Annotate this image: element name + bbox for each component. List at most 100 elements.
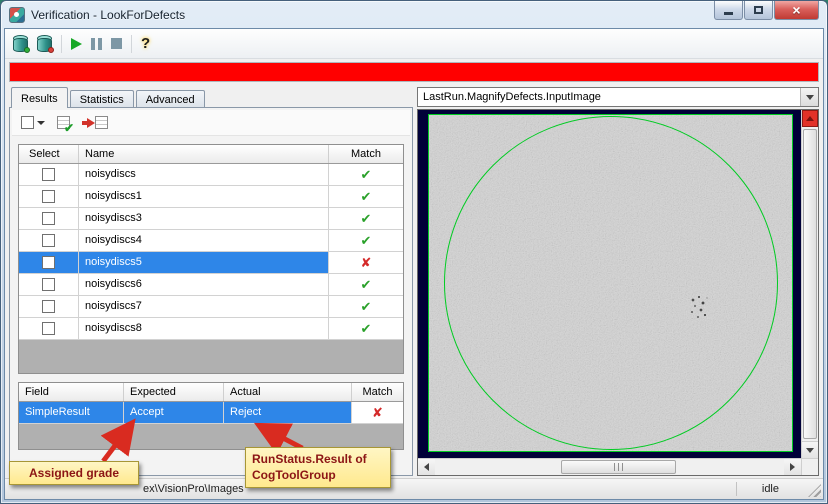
close-button[interactable]: ×: [774, 1, 819, 20]
row-select-cell[interactable]: [19, 208, 79, 229]
horizontal-scrollbar-track[interactable]: [435, 459, 784, 475]
image-panel: LastRun.MagnifyDefects.InputImage: [417, 87, 819, 476]
match-icon: ✔: [329, 296, 403, 317]
image-canvas[interactable]: [418, 110, 801, 458]
grip-icon: [613, 463, 623, 471]
run-checked-button[interactable]: ✔: [57, 116, 74, 134]
client-area: ? Results Statistics Advanced ✔ Select N…: [4, 28, 824, 500]
jump-to-record-button[interactable]: [82, 116, 108, 129]
table-row[interactable]: noisydiscs4 ✔: [19, 230, 403, 252]
row-select-cell[interactable]: [19, 318, 79, 339]
toolbar-separator: [61, 34, 62, 53]
column-header-match[interactable]: Match: [329, 145, 403, 163]
row-select-cell[interactable]: [19, 296, 79, 317]
actual-cell: Reject: [224, 402, 352, 423]
grid-icon: ✔: [57, 116, 74, 134]
title-bar[interactable]: Verification - LookForDefects ×: [1, 1, 827, 28]
row-checkbox[interactable]: [42, 300, 55, 313]
table-row[interactable]: noisydiscs6 ✔: [19, 274, 403, 296]
row-checkbox[interactable]: [42, 256, 55, 269]
row-checkbox[interactable]: [42, 168, 55, 181]
row-select-cell[interactable]: [19, 252, 79, 273]
stop-button[interactable]: [111, 38, 122, 49]
results-panel: Results Statistics Advanced ✔ Select Nam…: [9, 87, 413, 476]
scroll-right-button[interactable]: [784, 459, 801, 475]
scroll-left-button[interactable]: [418, 459, 435, 475]
table-row[interactable]: noisydiscs7 ✔: [19, 296, 403, 318]
table-row-selected[interactable]: noisydiscs5 ✘: [19, 252, 403, 274]
chevron-down-icon: [37, 120, 45, 125]
callout-run-status: RunStatus.Result of CogToolGroup: [245, 447, 391, 489]
tab-statistics[interactable]: Statistics: [69, 90, 134, 107]
column-header-field[interactable]: Field: [19, 383, 124, 401]
vertical-scrollbar-thumb[interactable]: [803, 129, 817, 439]
combobox-dropdown-button[interactable]: [800, 88, 818, 106]
row-select-cell[interactable]: [19, 186, 79, 207]
row-checkbox[interactable]: [42, 190, 55, 203]
tab-advanced[interactable]: Advanced: [135, 90, 205, 107]
match-icon: ✘: [352, 402, 403, 423]
red-arrow-icon: [87, 117, 95, 128]
row-checkbox[interactable]: [42, 278, 55, 291]
maximize-button[interactable]: [744, 1, 773, 20]
status-path-text: ex\VisionPro\Images: [143, 483, 244, 495]
found-circle-overlay: [443, 116, 778, 450]
play-button[interactable]: [71, 37, 82, 50]
checkbox-icon: [21, 116, 34, 129]
table-row[interactable]: noisydiscs8 ✔: [19, 318, 403, 340]
table-row[interactable]: noisydiscs ✔: [19, 164, 403, 186]
select-all-checkbox-dropdown[interactable]: [21, 116, 45, 129]
help-button[interactable]: ?: [141, 35, 150, 52]
results-tab-page: ✔ Select Name Match noisydiscs ✔ noisydi…: [9, 107, 413, 476]
row-name: noisydiscs6: [79, 274, 329, 295]
callout-assigned-grade: Assigned grade: [9, 461, 139, 485]
resize-grip[interactable]: [808, 484, 821, 497]
arrow-up-icon: [806, 116, 814, 121]
match-icon: ✔: [329, 186, 403, 207]
column-header-match[interactable]: Match: [352, 383, 403, 401]
row-checkbox[interactable]: [42, 212, 55, 225]
row-select-cell[interactable]: [19, 164, 79, 185]
record-indicator-button[interactable]: [802, 110, 818, 127]
play-icon: [71, 37, 82, 50]
horizontal-scrollbar-thumb[interactable]: [560, 460, 676, 474]
image-region: [428, 114, 793, 452]
column-header-select[interactable]: Select: [19, 145, 79, 163]
match-icon: ✔: [329, 230, 403, 251]
save-records-database-icon[interactable]: [37, 35, 54, 53]
run-records-database-icon[interactable]: [13, 35, 30, 53]
check-icon: ✔: [63, 121, 74, 135]
column-header-expected[interactable]: Expected: [124, 383, 224, 401]
horizontal-scrollbar[interactable]: [418, 458, 801, 475]
help-icon: ?: [141, 35, 151, 52]
column-header-name[interactable]: Name: [79, 145, 329, 163]
app-window: Verification - LookForDefects × ? Result…: [0, 0, 828, 504]
image-selector-value: LastRun.MagnifyDefects.InputImage: [423, 91, 601, 103]
image-selector-combobox[interactable]: LastRun.MagnifyDefects.InputImage: [417, 87, 819, 107]
defect-spot: [686, 291, 712, 321]
vertical-scrollbar-track[interactable]: [802, 127, 818, 441]
tab-strip: Results Statistics Advanced: [9, 87, 413, 108]
match-icon: ✔: [329, 318, 403, 339]
minimize-icon: [724, 11, 733, 15]
table-row[interactable]: noisydiscs3 ✔: [19, 208, 403, 230]
row-select-cell[interactable]: [19, 230, 79, 251]
match-icon: ✔: [329, 164, 403, 185]
pause-button[interactable]: [91, 37, 102, 50]
window-title: Verification - LookForDefects: [31, 7, 186, 22]
row-name: noisydiscs8: [79, 318, 329, 339]
column-header-actual[interactable]: Actual: [224, 383, 352, 401]
results-toolstrip: ✔: [12, 110, 410, 136]
row-checkbox[interactable]: [42, 234, 55, 247]
pause-icon: [91, 37, 95, 50]
row-checkbox[interactable]: [42, 322, 55, 335]
table-row[interactable]: noisydiscs1 ✔: [19, 186, 403, 208]
minimize-button[interactable]: [714, 1, 743, 20]
details-row-selected[interactable]: SimpleResult Accept Reject ✘: [19, 402, 403, 424]
row-select-cell[interactable]: [19, 274, 79, 295]
scroll-down-button[interactable]: [802, 441, 818, 458]
results-table-header: Select Name Match: [19, 145, 403, 164]
vertical-scrollbar[interactable]: [801, 110, 818, 458]
tab-results[interactable]: Results: [11, 87, 68, 108]
run-progress-bar: [9, 62, 819, 82]
